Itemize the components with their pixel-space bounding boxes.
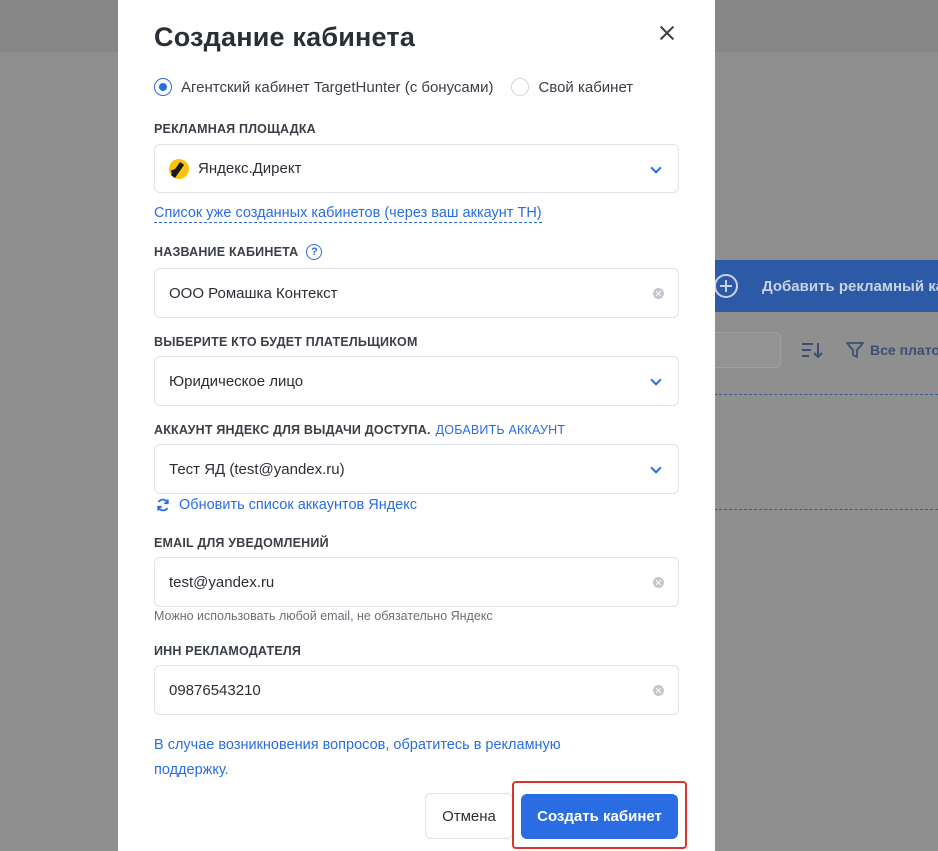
cabinet-name-label-text: НАЗВАНИЕ КАБИНЕТА xyxy=(154,245,299,259)
add-account-link[interactable]: ДОБАВИТЬ АККАУНТ xyxy=(436,423,566,437)
radio-own-label: Свой кабинет xyxy=(538,78,634,96)
payer-label: ВЫБЕРИТЕ КТО БУДЕТ ПЛАТЕЛЬЩИКОМ xyxy=(154,335,418,349)
yandex-direct-logo-icon xyxy=(169,158,189,179)
add-ad-cabinet-label: Добавить рекламный каб xyxy=(762,277,938,295)
platform-label-text: РЕКЛАМНАЯ ПЛОЩАДКА xyxy=(154,122,316,136)
add-ad-cabinet-button[interactable]: Добавить рекламный каб xyxy=(714,260,938,312)
inn-label-text: ИНН РЕКЛАМОДАТЕЛЯ xyxy=(154,644,302,658)
support-link[interactable]: В случае возникновения вопросов, обратит… xyxy=(154,733,624,783)
chevron-down-icon xyxy=(650,462,662,474)
clear-input-icon[interactable] xyxy=(653,685,664,696)
cabinet-name-label: НАЗВАНИЕ КАБИНЕТА ? xyxy=(154,244,323,260)
cabinet-type-radio-group: Агентский кабинет TargetHunter (с бонуса… xyxy=(154,78,651,96)
create-cabinet-button[interactable]: Создать кабинет xyxy=(521,794,678,839)
refresh-icon xyxy=(157,498,169,512)
chevron-down-icon xyxy=(650,374,662,386)
platform-label: РЕКЛАМНАЯ ПЛОЩАДКА xyxy=(154,122,316,136)
background-divider xyxy=(714,509,938,510)
inn-input[interactable]: 09876543210 xyxy=(154,665,679,715)
background-search-input[interactable] xyxy=(714,332,781,368)
payer-value: Юридическое лицо xyxy=(169,372,304,390)
modal-title: Создание кабинета xyxy=(154,22,416,52)
email-label: EMAIL ДЛЯ УВЕДОМЛЕНИЙ xyxy=(154,536,329,550)
radio-unchecked-icon xyxy=(511,78,530,96)
cabinet-name-input[interactable]: ООО Ромашка Контекст xyxy=(154,268,679,318)
plus-circle-icon xyxy=(714,274,738,298)
email-input[interactable]: test@yandex.ru xyxy=(154,557,679,607)
payer-select[interactable]: Юридическое лицо xyxy=(154,356,679,406)
radio-own-cabinet[interactable]: Свой кабинет xyxy=(511,78,633,96)
email-value: test@yandex.ru xyxy=(169,573,275,591)
help-question-icon[interactable]: ? xyxy=(306,244,323,260)
platform-value: Яндекс.Директ xyxy=(198,160,302,177)
inn-label: ИНН РЕКЛАМОДАТЕЛЯ xyxy=(154,644,301,658)
cabinets-list-link-text: Список уже созданных кабинетов (через ва… xyxy=(154,205,542,223)
platform-select[interactable]: Яндекс.Директ xyxy=(154,144,679,193)
email-hint: Можно использовать любой email, не обяза… xyxy=(154,609,493,623)
yandex-account-label-text: АККАУНТ ЯНДЕКС ДЛЯ ВЫДАЧИ ДОСТУПА. xyxy=(154,423,431,437)
cancel-button[interactable]: Отмена xyxy=(425,793,513,839)
filter-icon xyxy=(846,342,864,358)
radio-agency-cabinet[interactable]: Агентский кабинет TargetHunter (с бонуса… xyxy=(154,78,493,96)
clear-input-icon[interactable] xyxy=(653,577,664,588)
payer-label-text: ВЫБЕРИТЕ КТО БУДЕТ ПЛАТЕЛЬЩИКОМ xyxy=(154,335,418,349)
platform-filter[interactable]: Все плато xyxy=(846,340,938,360)
cabinet-name-value: ООО Ромашка Контекст xyxy=(169,284,338,302)
yandex-account-select[interactable]: Тест ЯД (test@yandex.ru) xyxy=(154,444,679,494)
background-divider xyxy=(714,394,938,395)
radio-agency-label: Агентский кабинет TargetHunter (с бонуса… xyxy=(181,78,494,96)
email-label-text: EMAIL ДЛЯ УВЕДОМЛЕНИЙ xyxy=(154,536,329,550)
create-cabinet-modal: Создание кабинета Агентский кабинет Targ… xyxy=(118,0,715,851)
refresh-accounts-link[interactable]: Обновить список аккаунтов Яндекс xyxy=(156,497,417,513)
yandex-account-value: Тест ЯД (test@yandex.ru) xyxy=(169,460,345,478)
cabinets-list-link[interactable]: Список уже созданных кабинетов (через ва… xyxy=(154,205,542,223)
refresh-accounts-text: Обновить список аккаунтов Яндекс xyxy=(179,497,417,513)
sort-icon[interactable] xyxy=(801,340,823,360)
clear-input-icon[interactable] xyxy=(653,288,664,299)
platform-filter-label: Все плато xyxy=(870,342,938,358)
inn-value: 09876543210 xyxy=(169,681,261,699)
close-icon[interactable] xyxy=(656,22,678,44)
yandex-account-label: АККАУНТ ЯНДЕКС ДЛЯ ВЫДАЧИ ДОСТУПА. ДОБАВ… xyxy=(154,423,565,437)
chevron-down-icon xyxy=(650,162,662,174)
radio-checked-icon xyxy=(154,78,172,96)
